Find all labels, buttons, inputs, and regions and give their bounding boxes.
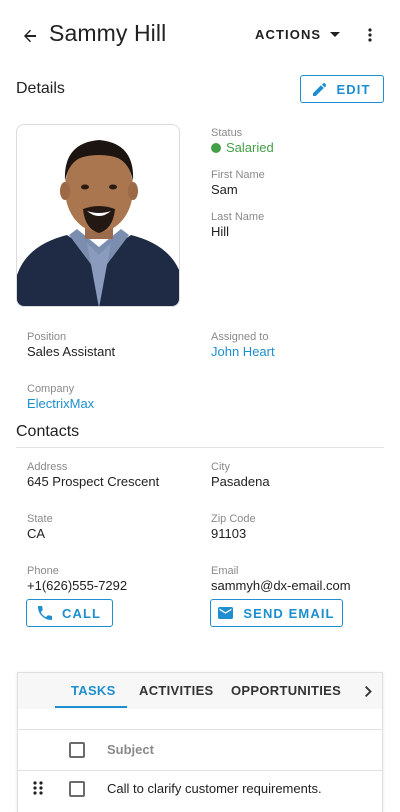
phone-icon [37,606,52,620]
chevron-right-icon [364,685,372,697]
zip-value: 91103 [211,526,247,541]
tab-activities[interactable]: ACTIVITIES [139,683,214,698]
first-name-label: First Name [211,169,265,181]
phone-value: +1(626)555-7292 [27,578,128,593]
actions-dropdown[interactable]: ACTIONS [255,27,341,42]
header-row-border [18,770,382,771]
send-email-label: SEND EMAIL [243,605,335,621]
details-section-title: Details [16,80,65,97]
back-button[interactable] [18,24,42,48]
contacts-divider [16,447,384,448]
active-tab-indicator [55,706,127,708]
call-label: CALL [61,605,102,621]
first-name-value: Sam [211,182,238,197]
pencil-icon [313,82,327,96]
page-title: Sammy Hill [49,20,167,46]
status-text: Salaried [226,140,274,155]
tab-tasks[interactable]: TASKS [71,683,116,698]
envelope-icon [218,607,234,619]
select-all-checkbox[interactable] [69,742,85,758]
email-value: sammyh@dx-email.com [211,578,351,593]
address-label: Address [27,461,68,473]
person-portrait [17,125,179,306]
company-label: Company [27,383,75,395]
status-value: Salaried [211,140,274,155]
city-value: Pasadena [211,474,270,489]
employee-photo [16,124,180,307]
more-vertical-icon [368,28,372,42]
drag-handle-icon[interactable] [33,781,43,800]
position-label: Position [27,331,67,343]
assigned-link[interactable]: John Heart [211,344,275,359]
table-top-border [18,729,382,730]
row-checkbox[interactable] [69,781,85,797]
call-button[interactable]: CALL [26,599,113,627]
related-records-panel: TASKS ACTIVITIES OPPORTUNITIES Subject C… [17,672,383,812]
address-value: 645 Prospect Crescent [27,474,160,489]
tabs-scroll-right-button[interactable] [358,681,378,701]
tab-bar: TASKS ACTIVITIES OPPORTUNITIES [18,673,382,709]
email-label: Email [211,565,239,577]
actions-label: ACTIONS [255,27,322,42]
assigned-label: Assigned to [211,331,269,343]
city-label: City [211,461,230,473]
column-header-subject[interactable]: Subject [107,742,154,757]
company-link[interactable]: ElectrixMax [27,396,94,411]
edit-label: EDIT [336,81,371,97]
last-name-label: Last Name [211,211,265,223]
edit-button[interactable]: EDIT [300,75,384,103]
caret-down-icon [330,31,341,37]
position-value: Sales Assistant [27,344,116,359]
status-dot-icon [211,142,221,153]
task-subject[interactable]: Call to clarify customer requirements. [107,781,322,796]
status-label: Status [211,127,243,139]
last-name-value: Hill [211,224,230,239]
state-value: CA [27,526,46,541]
back-arrow-icon [24,29,36,43]
contacts-section-title: Contacts [16,423,80,440]
more-options-button[interactable] [358,23,382,47]
page-header: Sammy Hill ACTIONS [0,0,400,70]
state-label: State [27,513,53,525]
phone-label: Phone [27,565,59,577]
send-email-button[interactable]: SEND EMAIL [210,599,343,627]
tab-opportunities[interactable]: OPPORTUNITIES [231,683,341,698]
zip-label: Zip Code [211,513,256,525]
